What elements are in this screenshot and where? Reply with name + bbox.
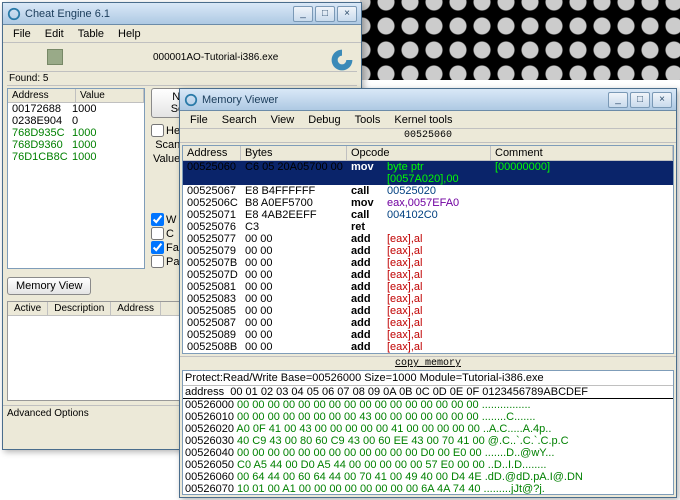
mv-menu-debug[interactable]: Debug (302, 113, 346, 127)
hex-row[interactable]: 00526050 C0 A5 44 00 D0 A5 44 00 00 00 0… (183, 459, 673, 471)
minimize-button[interactable]: _ (293, 6, 313, 22)
menu-file[interactable]: File (7, 27, 37, 41)
disassembly-row[interactable]: 00525071E8 4AB2EEFFcall004102C0 (183, 209, 673, 221)
col-value[interactable]: Value (76, 89, 144, 102)
main-menubar: File Edit Table Help (3, 25, 361, 43)
disassembly-row[interactable]: 0052507D00 00add[eax],al (183, 269, 673, 281)
memory-view-button[interactable]: Memory View (7, 277, 91, 295)
dis-col-comment[interactable]: Comment (491, 146, 673, 160)
desktop-pattern (360, 0, 680, 80)
hex-checkbox[interactable] (151, 124, 164, 137)
address-row[interactable]: 768D935C1000 (8, 127, 144, 139)
mv-menu-file[interactable]: File (184, 113, 214, 127)
process-name: 000001AO-Tutorial-i386.exe (153, 52, 278, 63)
hex-row[interactable]: 00526060 00 64 44 00 60 64 44 00 70 41 0… (183, 471, 673, 483)
fa-checkbox[interactable] (151, 241, 164, 254)
mv-menu-kernel[interactable]: Kernel tools (388, 113, 458, 127)
pa-checkbox[interactable] (151, 255, 164, 268)
mv-close-button[interactable]: × (652, 92, 672, 108)
hex-row[interactable]: 00526030 40 C9 43 00 80 60 C9 43 00 60 E… (183, 435, 673, 447)
disassembly-row[interactable]: 0052508300 00add[eax],al (183, 293, 673, 305)
address-row[interactable]: 76D1CB8C1000 (8, 151, 144, 163)
w-checkbox[interactable] (151, 213, 164, 226)
col-description[interactable]: Description (48, 302, 111, 315)
col-address[interactable]: Address (8, 89, 76, 102)
disassembly-row[interactable]: 0052508500 00add[eax],al (183, 305, 673, 317)
main-titlebar[interactable]: Cheat Engine 6.1 _ □ × (3, 3, 361, 25)
maximize-button[interactable]: □ (315, 6, 335, 22)
mv-app-icon (184, 93, 198, 107)
mv-maximize-button[interactable]: □ (630, 92, 650, 108)
hex-row[interactable]: 00526020 A0 0F 41 00 43 00 00 00 00 00 4… (183, 423, 673, 435)
mv-minimize-button[interactable]: _ (608, 92, 628, 108)
main-title: Cheat Engine 6.1 (25, 8, 293, 20)
close-button[interactable]: × (337, 6, 357, 22)
disassembler-panel[interactable]: Address Bytes Opcode Comment 00525060C6 … (182, 145, 674, 354)
disassembly-row[interactable]: 00525076C3ret (183, 221, 673, 233)
mv-menu-search[interactable]: Search (216, 113, 263, 127)
disassembly-row[interactable]: 0052507900 00add[eax],al (183, 245, 673, 257)
col-address2[interactable]: Address (111, 302, 161, 315)
c-checkbox[interactable] (151, 227, 164, 240)
memory-viewer-window: Memory Viewer _ □ × File Search View Deb… (179, 88, 677, 498)
hex-header: address 00 01 02 03 04 05 06 07 08 09 0A… (183, 386, 673, 399)
ce-logo (329, 47, 355, 73)
disassembly-row[interactable]: 00525067E8 B4FFFFFFcall00525020 (183, 185, 673, 197)
hex-row[interactable]: 00526040 00 00 00 00 00 00 00 00 00 00 0… (183, 447, 673, 459)
mv-menu-tools[interactable]: Tools (349, 113, 387, 127)
disassembly-row[interactable]: 0052506CB8 A0EF5700moveax,0057EFA0 (183, 197, 673, 209)
hex-row[interactable]: 00526010 00 00 00 00 00 00 00 00 43 00 0… (183, 411, 673, 423)
mv-current-address: 00525060 (180, 129, 676, 143)
menu-edit[interactable]: Edit (39, 27, 70, 41)
dis-col-address[interactable]: Address (183, 146, 241, 160)
disassembly-row[interactable]: 0052508900 00add[eax],al (183, 329, 673, 341)
address-row[interactable]: 768D93601000 (8, 139, 144, 151)
app-icon (7, 7, 21, 21)
address-row[interactable]: 001726881000 (8, 103, 144, 115)
hex-region-info: Protect:Read/Write Base=00526000 Size=10… (183, 371, 673, 386)
hex-panel[interactable]: Protect:Read/Write Base=00526000 Size=10… (182, 370, 674, 495)
disassembly-row[interactable]: 0052507700 00add[eax],al (183, 233, 673, 245)
disassembly-row[interactable]: 00525060C6 05 20A05700 00movbyte ptr [00… (183, 161, 673, 185)
dis-col-bytes[interactable]: Bytes (241, 146, 347, 160)
hex-row[interactable]: 00526000 00 00 00 00 00 00 00 00 00 00 0… (183, 399, 673, 411)
disassembly-row[interactable]: 0052508700 00add[eax],al (183, 317, 673, 329)
mv-titlebar[interactable]: Memory Viewer _ □ × (180, 89, 676, 111)
found-count: Found: 5 (7, 72, 357, 86)
menu-help[interactable]: Help (112, 27, 147, 41)
address-row[interactable]: 0238E9040 (8, 115, 144, 127)
disassembly-row[interactable]: 0052508100 00add[eax],al (183, 281, 673, 293)
dis-col-opcode[interactable]: Opcode (347, 146, 491, 160)
menu-table[interactable]: Table (72, 27, 110, 41)
hex-row[interactable]: 00526070 10 01 00 A1 00 00 00 00 00 00 0… (183, 483, 673, 495)
address-list[interactable]: Address Value 0017268810000238E9040768D9… (7, 88, 145, 269)
col-active[interactable]: Active (8, 302, 48, 315)
process-picker-icon[interactable] (47, 49, 63, 65)
disassembly-row[interactable]: 0052507B00 00add[eax],al (183, 257, 673, 269)
mv-title: Memory Viewer (202, 94, 608, 106)
disassembly-row[interactable]: 0052508B00 00add[eax],al (183, 341, 673, 353)
mv-menubar: File Search View Debug Tools Kernel tool… (180, 111, 676, 129)
copy-memory-link[interactable]: copy memory (180, 356, 676, 370)
mv-menu-view[interactable]: View (265, 113, 301, 127)
